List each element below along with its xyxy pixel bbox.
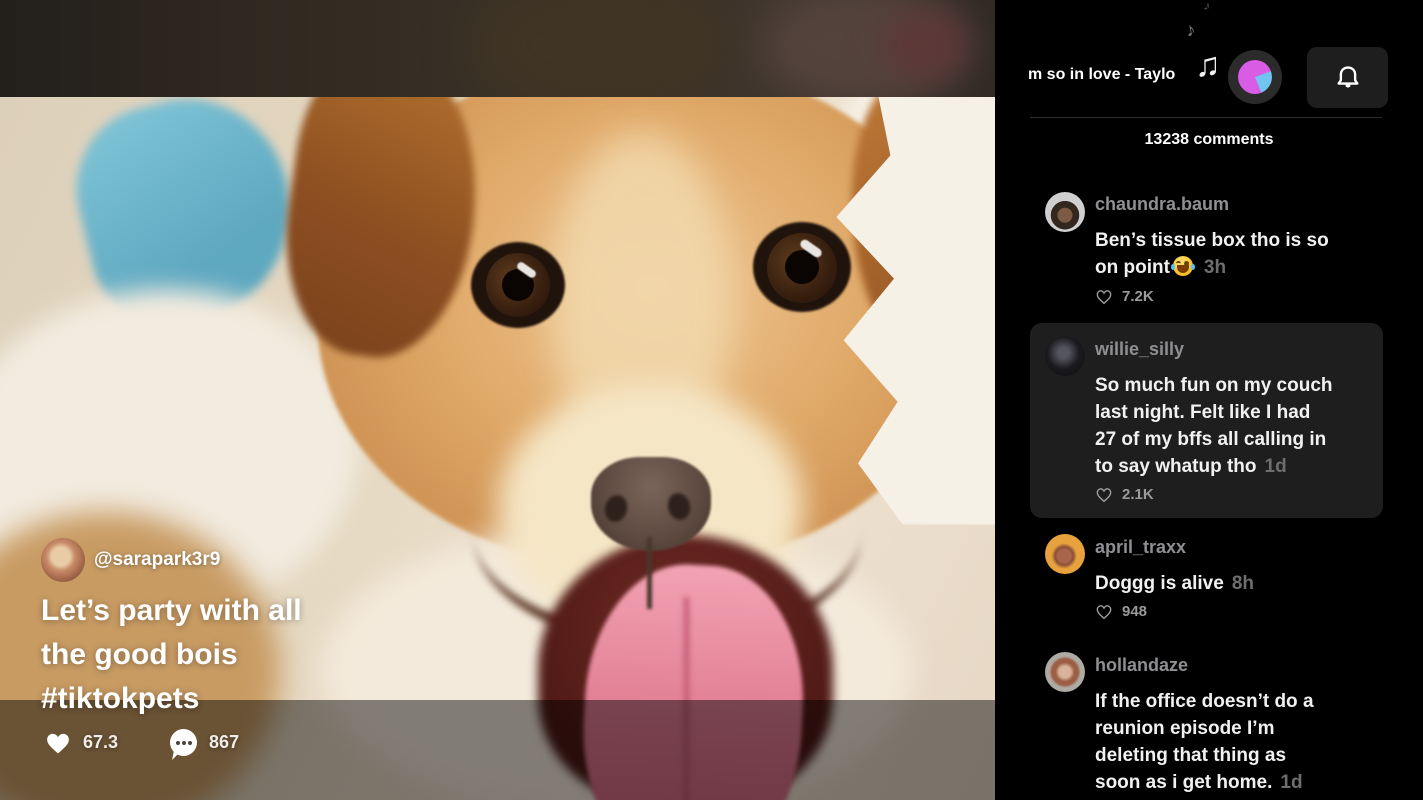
comment-like-count: 948 — [1122, 603, 1148, 620]
comment-row[interactable]: hollandaze If the office doesn’t do a re… — [1045, 652, 1395, 800]
video-comment-count: 867 — [209, 732, 240, 752]
comment-like-row: 2.1K — [1095, 486, 1154, 503]
music-note-icon: ♪ — [1202, 0, 1213, 14]
heart-outline-icon — [1096, 487, 1112, 502]
commenter-username: april_traxx — [1095, 537, 1187, 557]
comment-text-body: Doggg is alive — [1095, 573, 1224, 594]
commenter-username: chaundra.baum — [1095, 194, 1230, 214]
comment-text: Doggg is alive 8h — [1095, 570, 1335, 597]
video-stats: 67.3 867 — [45, 729, 239, 756]
comment-like-count: 2.1K — [1122, 486, 1154, 503]
divider — [1030, 117, 1382, 118]
commenter-avatar — [1045, 652, 1085, 692]
comment-time: 1d — [1280, 772, 1303, 793]
comment-time: 3h — [1203, 257, 1227, 278]
comment-text: If the office doesn’t do a reunion episo… — [1095, 688, 1335, 796]
video-player[interactable]: @sarapark3r9 Let’s party with all the go… — [0, 0, 995, 800]
comment-row-highlighted[interactable]: willie_silly So much fun on my couch las… — [1045, 336, 1395, 511]
sound-disc-button[interactable] — [1228, 50, 1282, 104]
blur-blob — [760, 0, 960, 97]
comments-panel: m so in love - Taylo ♫ ♪ ♪ 13238 comment… — [995, 0, 1423, 800]
creator-username: @sarapark3r9 — [94, 549, 221, 570]
comment-like-row: 948 — [1095, 603, 1147, 620]
laughing-crying-emoji — [1170, 256, 1193, 276]
music-note-icon: ♪ — [1183, 19, 1198, 42]
heart-outline-icon — [1096, 289, 1112, 304]
notifications-button[interactable] — [1307, 47, 1388, 108]
video-caption: Let’s party with all the good bois #tikt… — [41, 589, 401, 721]
comment-row[interactable]: chaundra.baum Ben’s tissue box tho is so… — [1045, 192, 1395, 312]
comment-like-count: 7.2K — [1122, 288, 1154, 305]
commenter-avatar — [1045, 192, 1085, 232]
comment-text-body: So much fun on my couch last night. Felt… — [1095, 375, 1333, 477]
comment-text: Ben’s tissue box tho is so on point 3h — [1095, 227, 1335, 281]
comment-time: 1d — [1264, 456, 1287, 477]
comment-time: 8h — [1231, 573, 1254, 594]
tiktok-tv-app: @sarapark3r9 Let’s party with all the go… — [0, 0, 1423, 800]
blur-blob — [880, 10, 970, 80]
caption-line: #tiktokpets — [41, 682, 200, 715]
dog-philtrum — [647, 537, 652, 609]
comment-row[interactable]: april_traxx Doggg is alive 8h 948 — [1045, 534, 1395, 654]
top-dim-strip — [0, 0, 995, 97]
heart-outline-icon — [1096, 604, 1112, 619]
comment-bubble-icon — [170, 729, 198, 756]
commenter-username: hollandaze — [1095, 655, 1189, 675]
disc-icon — [1238, 60, 1272, 94]
commenter-username: willie_silly — [1095, 339, 1185, 359]
creator-row[interactable]: @sarapark3r9 — [41, 538, 220, 582]
creator-avatar — [41, 538, 85, 582]
comment-like-row: 7.2K — [1095, 288, 1154, 305]
caption-line: the good bois — [41, 638, 238, 671]
video-like-count: 67.3 — [83, 732, 119, 752]
caption-line: Let’s party with all — [41, 594, 302, 627]
music-ticker[interactable]: m so in love - Taylo — [1028, 63, 1194, 87]
blur-blob — [470, 0, 730, 97]
commenter-avatar — [1045, 336, 1085, 376]
music-note-icon: ♫ — [1195, 46, 1221, 84]
bell-icon — [1336, 65, 1359, 88]
comment-text: So much fun on my couch last night. Felt… — [1095, 372, 1335, 480]
heart-icon — [47, 733, 69, 753]
commenter-avatar — [1045, 534, 1085, 574]
comments-count-header: 13238 comments — [1144, 131, 1274, 148]
